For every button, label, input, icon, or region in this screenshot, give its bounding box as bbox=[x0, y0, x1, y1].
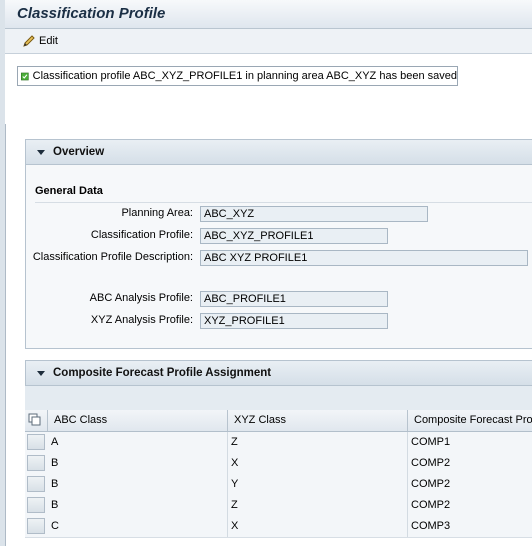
xyz-analysis-profile-label: XYZ Analysis Profile: bbox=[90, 314, 193, 326]
xyz-class-cell[interactable]: X bbox=[228, 453, 408, 474]
classification-profile-label: Classification Profile: bbox=[90, 229, 193, 241]
table-row[interactable]: B Y COMP2 bbox=[25, 474, 532, 496]
row-selector[interactable] bbox=[27, 476, 45, 492]
composite-profile-cell[interactable]: COMP2 bbox=[408, 474, 532, 495]
overview-panel-header[interactable]: Overview bbox=[26, 140, 532, 165]
abc-class-cell[interactable]: A bbox=[48, 432, 228, 453]
collapse-triangle-icon[interactable] bbox=[37, 149, 45, 155]
page-title: Classification Profile bbox=[17, 5, 166, 22]
table-row[interactable]: C X COMP3 bbox=[25, 516, 532, 538]
table-header: ABC Class XYZ Class Composite Forecast P… bbox=[25, 410, 532, 432]
xyz-class-cell[interactable]: Y bbox=[228, 474, 408, 495]
classification-profile-description-field[interactable]: ABC XYZ PROFILE1 bbox=[200, 250, 528, 266]
assignment-table: ABC Class XYZ Class Composite Forecast P… bbox=[25, 386, 532, 546]
composite-profile-cell[interactable]: COMP2 bbox=[408, 495, 532, 516]
assignment-panel-header[interactable]: Composite Forecast Profile Assignment bbox=[26, 361, 532, 386]
abc-class-cell[interactable]: B bbox=[48, 453, 228, 474]
abc-analysis-profile-label: ABC Analysis Profile: bbox=[89, 292, 193, 304]
toolbar: Edit bbox=[5, 29, 532, 54]
xyz-class-cell[interactable]: X bbox=[228, 516, 408, 537]
abc-class-cell[interactable]: C bbox=[48, 516, 228, 537]
row-selector[interactable] bbox=[27, 455, 45, 471]
composite-profile-cell[interactable]: COMP2 bbox=[408, 453, 532, 474]
select-all-cell[interactable] bbox=[25, 410, 48, 431]
classification-profile-field[interactable]: ABC_XYZ_PROFILE1 bbox=[200, 228, 388, 244]
message-area: Classification profile ABC_XYZ_PROFILE1 … bbox=[5, 54, 532, 124]
table-row[interactable]: B X COMP2 bbox=[25, 453, 532, 475]
column-header-xyz-class[interactable]: XYZ Class bbox=[228, 410, 408, 431]
pencil-icon bbox=[23, 35, 35, 47]
overview-title: Overview bbox=[53, 146, 105, 158]
table-row[interactable]: B Z COMP2 bbox=[25, 495, 532, 517]
xyz-class-cell[interactable]: Z bbox=[228, 495, 408, 516]
abc-class-cell[interactable]: B bbox=[48, 474, 228, 495]
column-header-abc-class[interactable]: ABC Class bbox=[48, 410, 228, 431]
success-message: Classification profile ABC_XYZ_PROFILE1 … bbox=[17, 66, 458, 86]
xyz-analysis-profile-field[interactable]: XYZ_PROFILE1 bbox=[200, 313, 388, 329]
column-header-composite-forecast-profile[interactable]: Composite Forecast Profi bbox=[408, 410, 532, 431]
title-bar: Classification Profile bbox=[5, 0, 532, 29]
planning-area-field[interactable]: ABC_XYZ bbox=[200, 206, 428, 222]
table-row[interactable]: A Z COMP1 bbox=[25, 432, 532, 454]
row-selector[interactable] bbox=[27, 518, 45, 534]
select-all-icon[interactable] bbox=[28, 413, 42, 427]
message-text: Classification profile ABC_XYZ_PROFILE1 … bbox=[32, 70, 457, 82]
overview-panel: Overview General Data Planning Area: ABC… bbox=[25, 139, 532, 349]
collapse-triangle-icon[interactable] bbox=[37, 370, 45, 376]
composite-profile-cell[interactable]: COMP3 bbox=[408, 516, 532, 537]
abc-analysis-profile-field[interactable]: ABC_PROFILE1 bbox=[200, 291, 388, 307]
success-check-icon bbox=[21, 72, 29, 80]
edit-button[interactable]: Edit bbox=[22, 33, 58, 49]
assignment-panel: Composite Forecast Profile Assignment bbox=[25, 360, 532, 386]
planning-area-label: Planning Area: bbox=[121, 207, 193, 219]
edit-button-label: Edit bbox=[39, 35, 58, 47]
table-toolbar bbox=[25, 386, 532, 411]
assignment-title: Composite Forecast Profile Assignment bbox=[53, 367, 272, 379]
xyz-class-cell[interactable]: Z bbox=[228, 432, 408, 453]
row-selector[interactable] bbox=[27, 434, 45, 450]
classification-profile-description-label: Classification Profile Description: bbox=[32, 251, 193, 263]
composite-profile-cell[interactable]: COMP1 bbox=[408, 432, 532, 453]
abc-class-cell[interactable]: B bbox=[48, 495, 228, 516]
section-divider bbox=[35, 202, 532, 203]
general-data-title: General Data bbox=[35, 185, 103, 197]
row-selector[interactable] bbox=[27, 497, 45, 513]
